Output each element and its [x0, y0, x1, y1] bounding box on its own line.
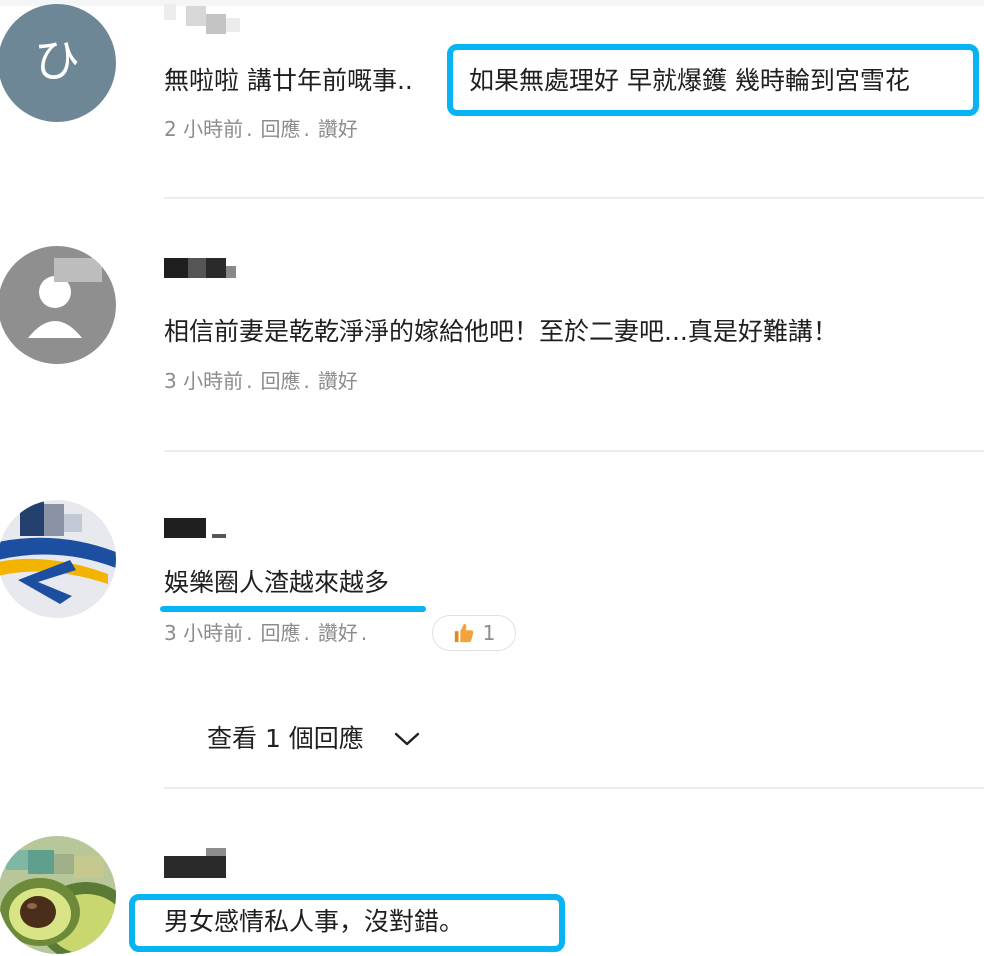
comment-meta-1: 2 小時前. 回應. 讚好 — [164, 117, 358, 141]
reply-button-1[interactable]: 回應 — [260, 117, 300, 141]
comment-meta-3: 3 小時前. 回應. 讚好. — [164, 621, 368, 645]
thumbs-up-icon — [454, 623, 473, 643]
logo-avatar-image — [0, 500, 116, 618]
commenter-name-3-redacted[interactable] — [164, 516, 234, 538]
avocado-photo-avatar — [0, 836, 116, 954]
commenter-avatar-4[interactable] — [0, 836, 116, 954]
commenter-avatar-3[interactable] — [0, 500, 116, 618]
comment-text-2: 相信前妻是乾乾淨淨的嫁給他吧！至於二妻吧...真是好難講！ — [164, 317, 838, 346]
like-button-3[interactable]: 讚好 — [318, 621, 358, 645]
highlight-underline-comment-3 — [160, 606, 426, 612]
comment-text-3: 娛樂圈人渣越來越多 — [164, 568, 390, 597]
timestamp-1: 2 小時前 — [164, 117, 244, 141]
like-count-chip[interactable]: 1 — [432, 615, 516, 651]
like-count: 1 — [482, 621, 496, 645]
comment-text-1-part1: 無啦啦 講廿年前嘅事.. — [164, 66, 413, 95]
view-replies-label: 查看 1 個回應 — [207, 724, 364, 753]
highlight-box-comment-1 — [447, 44, 979, 116]
timestamp-3: 3 小時前 — [164, 621, 244, 645]
comment-divider-1 — [164, 197, 984, 199]
highlight-box-comment-4 — [129, 894, 565, 952]
avatar-letter: ひ — [34, 34, 80, 88]
commenter-avatar-2[interactable] — [0, 246, 116, 364]
commenter-name-4-redacted[interactable] — [164, 848, 234, 878]
default-user-icon — [0, 246, 116, 364]
reply-button-2[interactable]: 回應 — [260, 369, 300, 393]
like-button-1[interactable]: 讚好 — [318, 117, 358, 141]
commenter-name-2-redacted[interactable] — [164, 256, 236, 278]
view-replies-button[interactable]: 查看 1 個回應 — [207, 722, 420, 756]
like-button-2[interactable]: 讚好 — [318, 369, 358, 393]
comment-divider-3 — [164, 787, 984, 789]
commenter-name-1-redacted[interactable] — [164, 4, 244, 34]
comment-text-1: 無啦啦 講廿年前嘅事.. — [164, 64, 413, 98]
timestamp-2: 3 小時前 — [164, 369, 244, 393]
comment-meta-2: 3 小時前. 回應. 讚好 — [164, 369, 358, 393]
reply-button-3[interactable]: 回應 — [260, 621, 300, 645]
comment-divider-2 — [164, 450, 984, 452]
chevron-down-icon — [394, 732, 420, 746]
top-strip — [0, 0, 984, 6]
commenter-avatar-1[interactable]: ひ — [0, 4, 116, 122]
